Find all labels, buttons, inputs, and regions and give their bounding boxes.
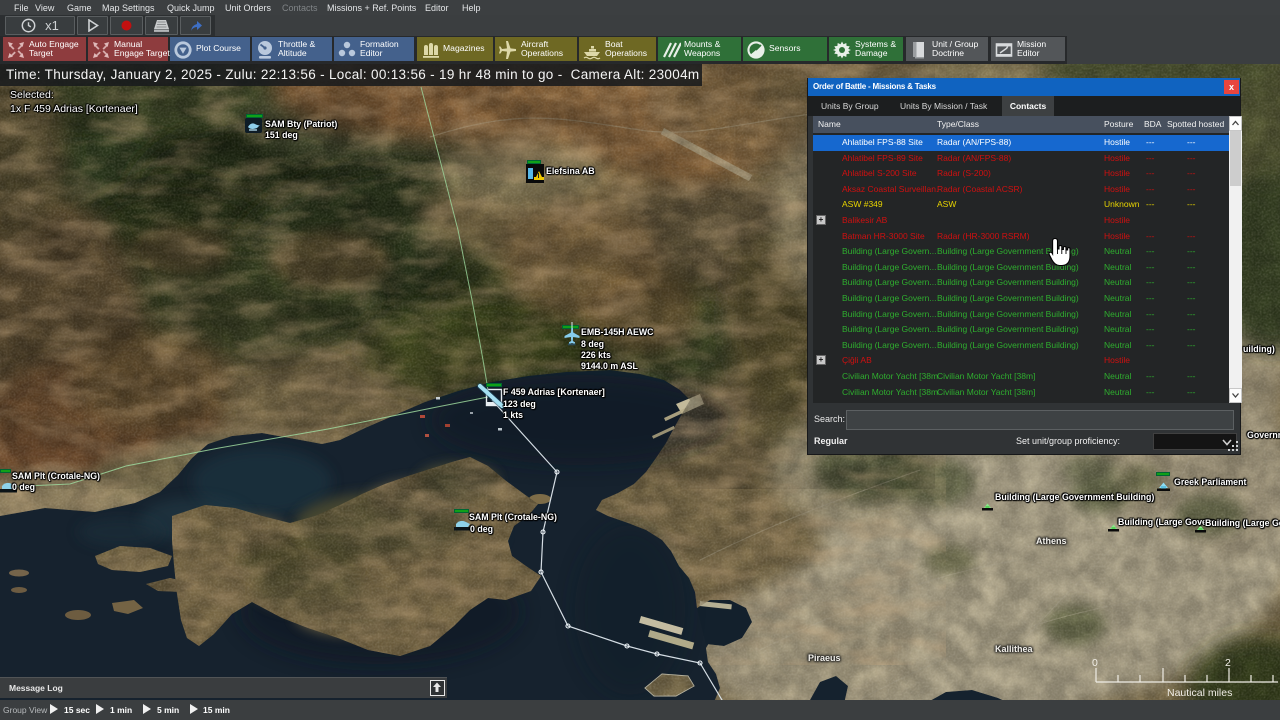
svg-text:Nautical miles: Nautical miles: [1167, 687, 1232, 699]
svg-text:0: 0: [1092, 657, 1098, 669]
svg-text:2: 2: [1225, 657, 1231, 669]
